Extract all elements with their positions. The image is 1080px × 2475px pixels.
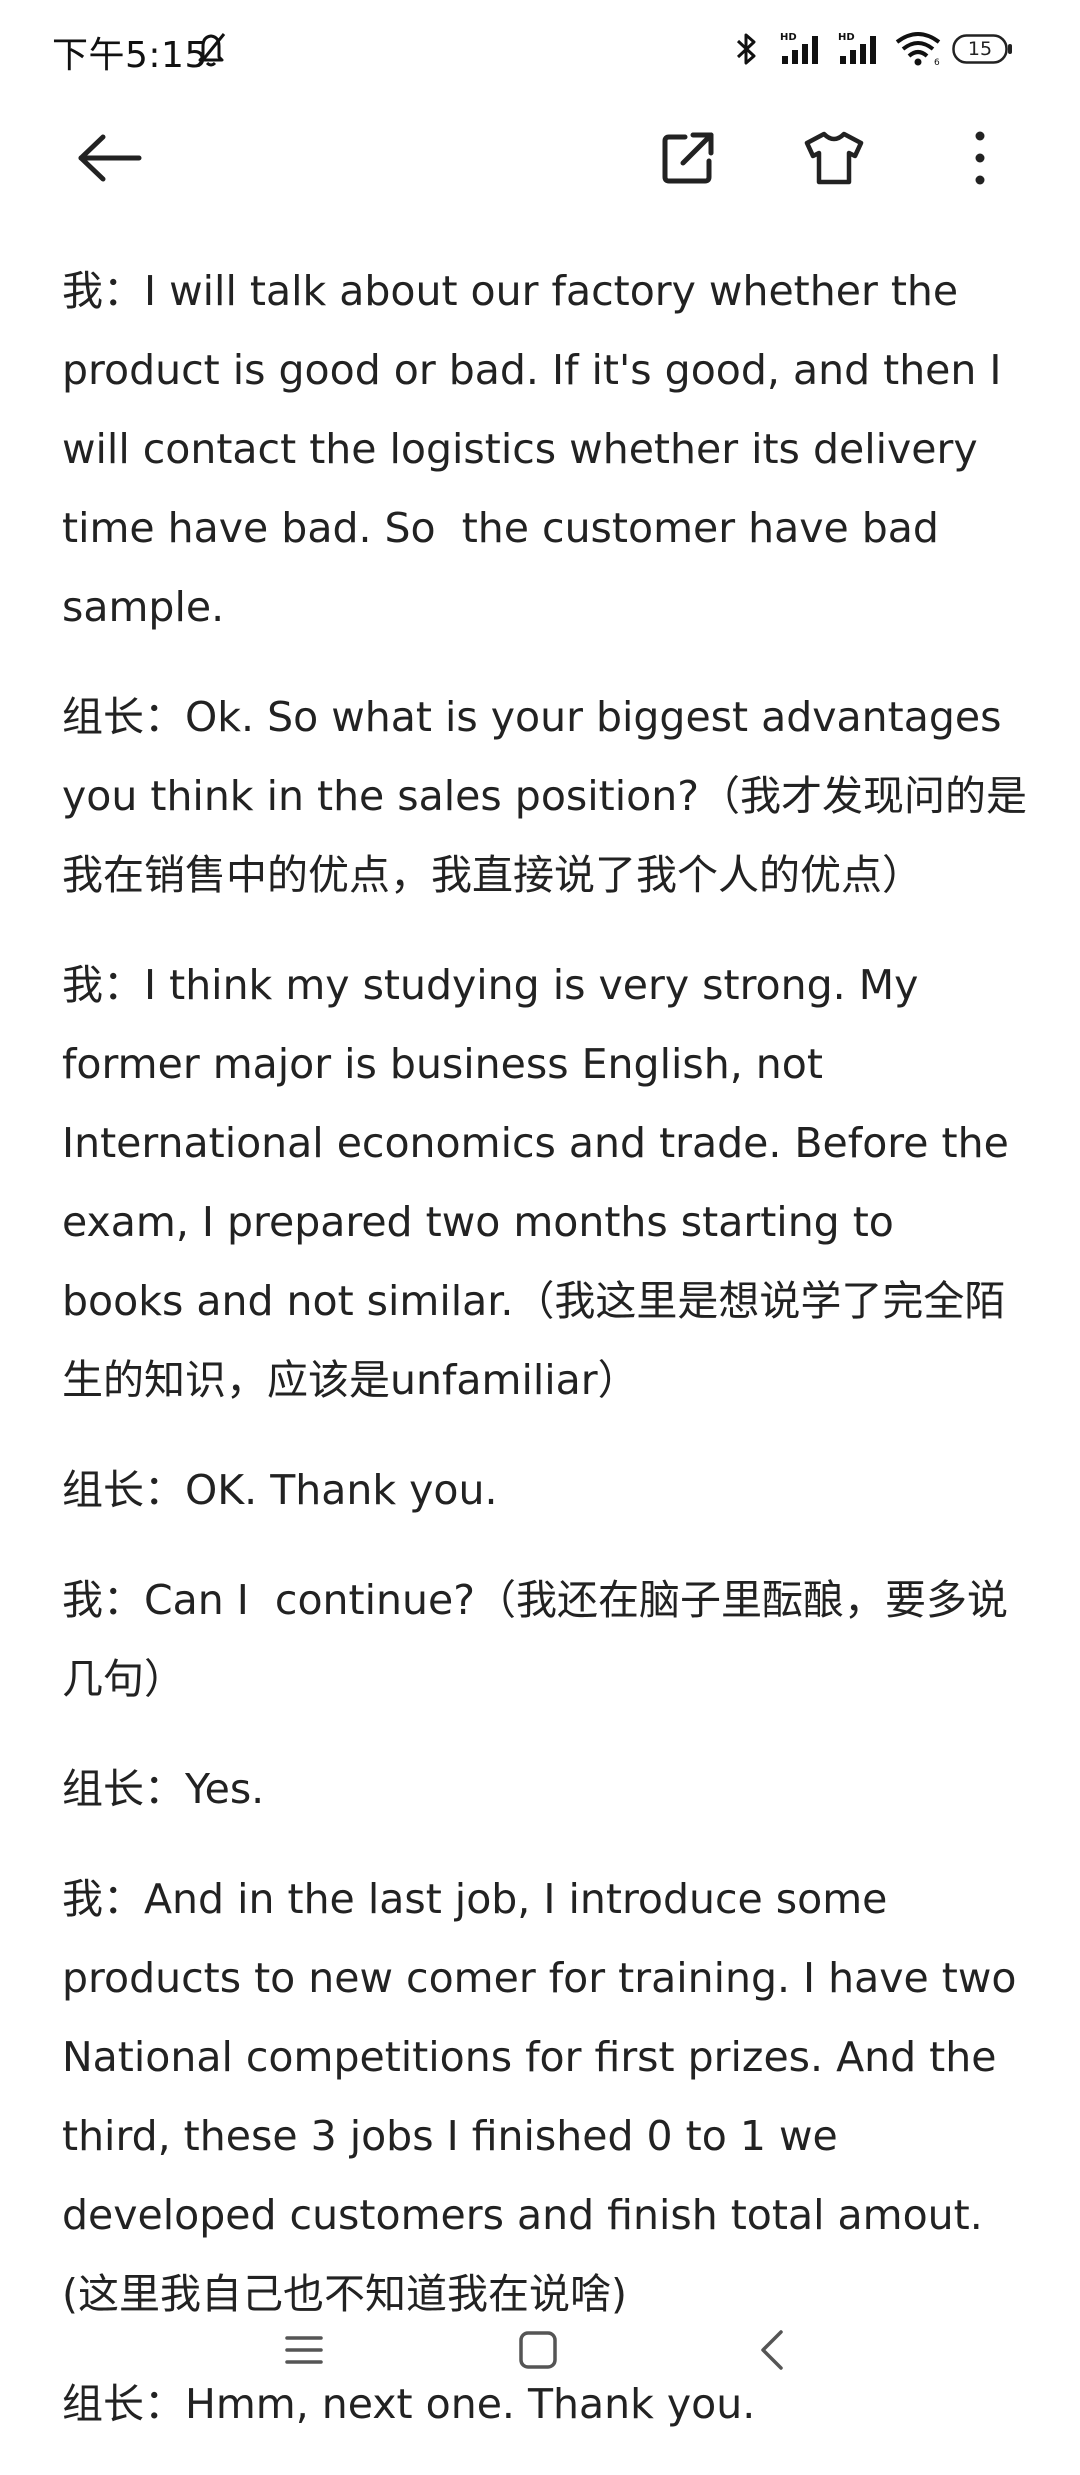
signal-hd-1-icon: HD (778, 30, 830, 70)
svg-text:HD: HD (838, 32, 855, 43)
paragraph: 我：Can I continue?（我还在脑子里酝酿，要多说几句） (62, 1576, 1008, 1703)
more-vertical-icon (975, 131, 985, 185)
menu-icon (285, 2336, 323, 2364)
nav-back-button[interactable] (742, 2320, 802, 2380)
paragraph: 我：And in the last job, I introduce some … (62, 1875, 1030, 2318)
nav-home-button[interactable] (508, 2320, 568, 2380)
back-button[interactable] (72, 120, 148, 196)
open-external-button[interactable] (650, 120, 726, 196)
open-external-icon (662, 132, 714, 184)
theme-button[interactable] (796, 120, 872, 196)
bluetooth-icon (732, 30, 762, 72)
toolbar (0, 100, 1080, 212)
status-time: 下午5:15 (52, 35, 208, 76)
paragraph: 组长：OK. Thank you. (62, 1466, 498, 1514)
battery-icon: 15 (952, 34, 1014, 64)
nav-menu-button[interactable] (274, 2320, 334, 2380)
paragraph: 我：I will talk about our factory whether … (62, 267, 1015, 631)
paragraph: 组长：Yes. (62, 1765, 265, 1813)
tshirt-icon (804, 131, 864, 185)
status-bar: 下午5:15 HD HD 6 15 (0, 0, 1080, 100)
home-square-icon (519, 2331, 557, 2369)
chevron-left-icon (761, 2330, 783, 2370)
svg-text:HD: HD (780, 32, 797, 43)
paragraph: 组长：Ok. So what is your biggest advantage… (62, 693, 1027, 899)
arrow-left-icon (78, 134, 142, 182)
document-body: 我：I will talk about our factory whether … (62, 252, 1028, 2475)
bell-muted-icon (194, 30, 228, 72)
navigation-bar (0, 2300, 1080, 2400)
svg-text:6: 6 (934, 58, 940, 66)
wifi-icon: 6 (894, 30, 944, 70)
paragraph: 我：I think my studying is very strong. My… (62, 961, 1022, 1404)
battery-level: 15 (967, 38, 993, 60)
signal-hd-2-icon: HD (836, 30, 888, 70)
more-options-button[interactable] (942, 120, 1018, 196)
